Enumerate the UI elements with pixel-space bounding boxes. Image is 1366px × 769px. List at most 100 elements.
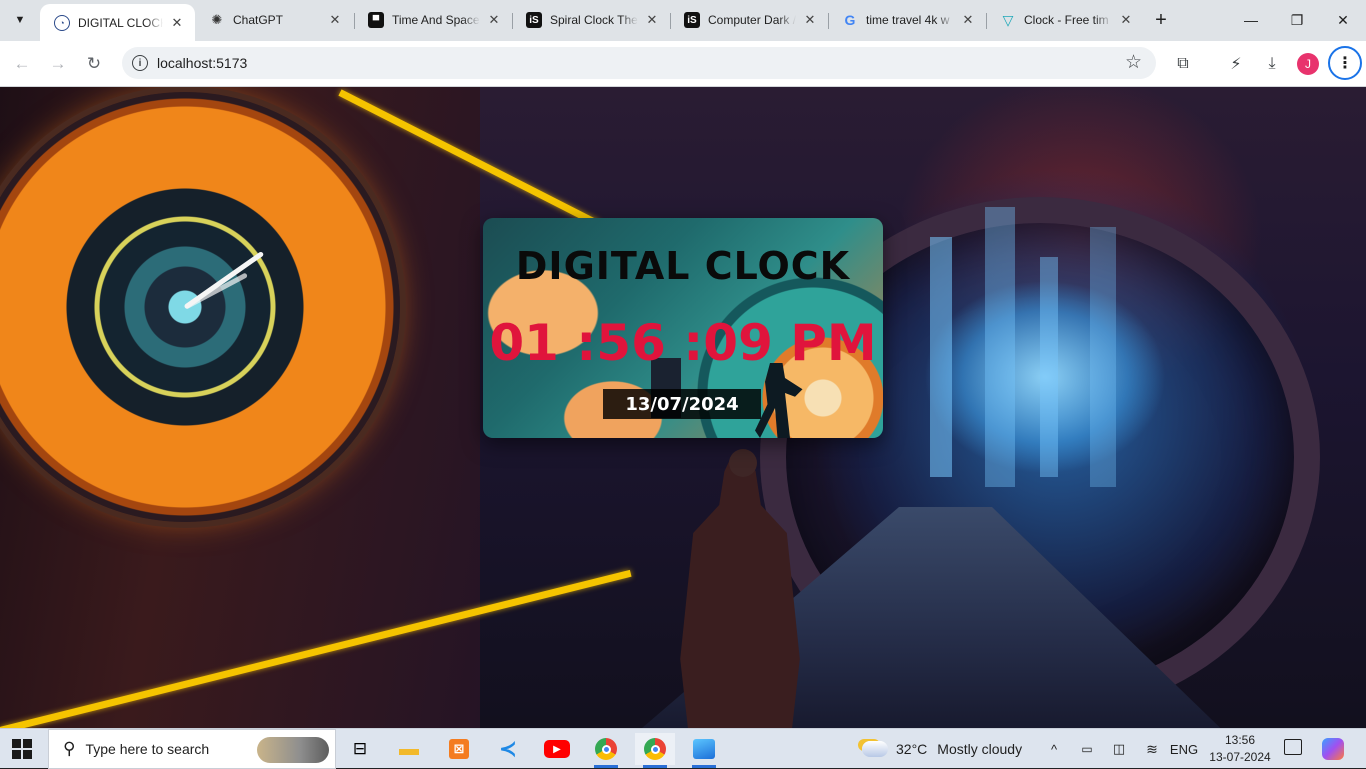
close-icon[interactable]: ✕ xyxy=(169,15,185,31)
close-icon[interactable]: ✕ xyxy=(1118,12,1134,28)
photos-icon xyxy=(693,739,715,759)
downloads-button[interactable]: ⤓ xyxy=(1259,51,1285,77)
weather-temp: 32°C xyxy=(896,741,928,757)
start-button[interactable] xyxy=(12,739,32,759)
clock-title: DIGITAL CLOCK xyxy=(515,244,851,288)
close-window-button[interactable]: ✕ xyxy=(1320,0,1366,40)
cloudy-weather-icon xyxy=(862,741,888,757)
reload-button[interactable]: ↻ xyxy=(80,50,108,78)
forward-button[interactable]: → xyxy=(44,50,72,78)
tab-title: Computer Dark / xyxy=(708,13,796,27)
browser-toolbar: ← → ↻ i localhost:5173 ☆ ⧉ ⚡ ⤓ J ⋮ xyxy=(0,41,1366,87)
show-hidden-icons-button[interactable]: ^ xyxy=(1044,729,1064,769)
browser-menu-button[interactable]: ⋮ xyxy=(1328,46,1362,80)
tab-title: ChatGPT xyxy=(233,13,284,27)
minimize-button[interactable]: — xyxy=(1228,0,1274,40)
windows-logo-icon xyxy=(12,739,21,748)
close-icon[interactable]: ✕ xyxy=(960,12,976,28)
tab-title: time travel 4k w xyxy=(866,13,950,27)
close-icon[interactable]: ✕ xyxy=(486,12,502,28)
tab-title: DIGITAL CLOCK xyxy=(78,15,163,30)
network-tray[interactable]: ≋ xyxy=(1141,729,1163,769)
weather-widget[interactable]: 32°C Mostly cloudy xyxy=(862,729,1022,769)
close-icon[interactable]: ✕ xyxy=(644,12,660,28)
arrow-left-icon: ← xyxy=(13,54,31,73)
background-building xyxy=(985,207,1015,487)
chrome-button[interactable] xyxy=(586,733,626,768)
profile-avatar[interactable]: J xyxy=(1297,53,1319,75)
browser-tab-strip: ▼ ◔ DIGITAL CLOCK ✕ ✺ ChatGPT ✕ ▀ Time A… xyxy=(0,0,1366,41)
meet-now-tray[interactable]: ◫ xyxy=(1109,729,1129,769)
camera-icon: ◫ xyxy=(1112,741,1126,756)
windows-taskbar: ⚲ Type here to search ⊟ ▬ ⊠ ≺ ▶ 32°C Mos… xyxy=(0,728,1366,769)
card-art-runner xyxy=(755,363,803,438)
task-view-icon: ⊟ xyxy=(352,739,368,758)
youtube-icon: ▶ xyxy=(544,740,570,758)
file-explorer-button[interactable]: ▬ xyxy=(389,733,429,765)
tab-computer-dark[interactable]: iS Computer Dark / ✕ xyxy=(670,6,828,34)
close-icon[interactable]: ✕ xyxy=(802,12,818,28)
tab-search-dropdown[interactable]: ▼ xyxy=(8,8,32,32)
language-tray[interactable]: ENG xyxy=(1168,729,1200,769)
close-icon[interactable]: ✕ xyxy=(327,12,343,28)
background-figure-head xyxy=(729,449,757,477)
xampp-button[interactable]: ⊠ xyxy=(439,733,479,765)
search-placeholder: Type here to search xyxy=(85,741,210,757)
unsplash-icon: ▀ xyxy=(368,12,384,28)
copilot-button[interactable] xyxy=(1322,738,1344,760)
back-button[interactable]: ← xyxy=(8,50,36,78)
weather-text: Mostly cloudy xyxy=(937,741,1023,757)
page-viewport: DIGITAL CLOCK 01 :56 :09 PM 13/07/2024 xyxy=(0,87,1366,728)
tab-time-and-space[interactable]: ▀ Time And Space ✕ xyxy=(354,6,512,34)
clock-icon: ◔ xyxy=(54,14,70,31)
tab-title: Time And Space xyxy=(392,13,480,27)
task-view-button[interactable]: ⊟ xyxy=(340,733,380,765)
site-info-icon[interactable]: i xyxy=(132,55,148,71)
performance-icon: ⚡ xyxy=(1230,56,1242,73)
freepik-icon: ▽ xyxy=(1002,11,1014,28)
address-url[interactable]: localhost:5173 xyxy=(157,55,247,71)
arrow-right-icon: → xyxy=(49,54,67,73)
download-icon: ⤓ xyxy=(1268,55,1276,72)
minimize-icon: — xyxy=(1244,12,1258,28)
tab-digital-clock[interactable]: ◔ DIGITAL CLOCK ✕ xyxy=(40,4,195,41)
istock-icon: iS xyxy=(526,12,542,28)
tab-chatgpt[interactable]: ✺ ChatGPT ✕ xyxy=(195,6,353,34)
vscode-button[interactable]: ≺ xyxy=(488,733,528,765)
bookmark-star-icon[interactable]: ☆ xyxy=(1125,51,1142,74)
clock-time: 01 :56 :09 PM xyxy=(489,314,877,372)
notification-button[interactable] xyxy=(1284,739,1302,755)
close-icon: ✕ xyxy=(1337,11,1349,28)
google-icon: G xyxy=(844,12,856,28)
file-explorer-icon: ▬ xyxy=(399,737,419,760)
address-bar[interactable]: i localhost:5173 ☆ xyxy=(122,47,1156,79)
tab-time-travel[interactable]: G time travel 4k w ✕ xyxy=(828,6,986,34)
battery-tray[interactable]: ▭ xyxy=(1077,729,1097,769)
taskbar-clock[interactable]: 13:56 13-07-2024 xyxy=(1208,732,1272,766)
new-tab-button[interactable]: + xyxy=(1150,8,1172,32)
plus-icon: + xyxy=(1155,8,1167,31)
taskbar-date: 13-07-2024 xyxy=(1209,750,1271,764)
photos-button[interactable] xyxy=(684,733,724,768)
tab-title: Clock - Free tim xyxy=(1024,13,1109,27)
chrome-button-active[interactable] xyxy=(635,733,675,768)
reload-icon: ↻ xyxy=(86,54,102,73)
youtube-button[interactable]: ▶ xyxy=(537,733,577,765)
windows-logo-icon xyxy=(23,750,32,759)
tab-clock-free[interactable]: ▽ Clock - Free tim ✕ xyxy=(986,6,1144,34)
performance-button[interactable]: ⚡ xyxy=(1223,51,1249,77)
digital-clock-card: DIGITAL CLOCK 01 :56 :09 PM 13/07/2024 xyxy=(483,218,883,438)
search-icon: ⚲ xyxy=(63,739,76,758)
tab-spiral-clock[interactable]: iS Spiral Clock The ✕ xyxy=(512,6,670,34)
tab-title: Spiral Clock The xyxy=(550,13,638,27)
battery-icon: ▭ xyxy=(1081,742,1093,756)
taskbar-search[interactable]: ⚲ Type here to search xyxy=(48,729,336,769)
extensions-button[interactable]: ⧉ xyxy=(1170,51,1196,77)
windows-logo-icon xyxy=(23,739,32,748)
openai-icon: ✺ xyxy=(211,12,223,27)
search-highlight-image xyxy=(257,737,329,763)
restore-button[interactable]: ❐ xyxy=(1274,0,1320,40)
chrome-icon xyxy=(595,738,617,760)
background-building xyxy=(1040,257,1058,477)
wifi-icon: ≋ xyxy=(1146,740,1158,757)
